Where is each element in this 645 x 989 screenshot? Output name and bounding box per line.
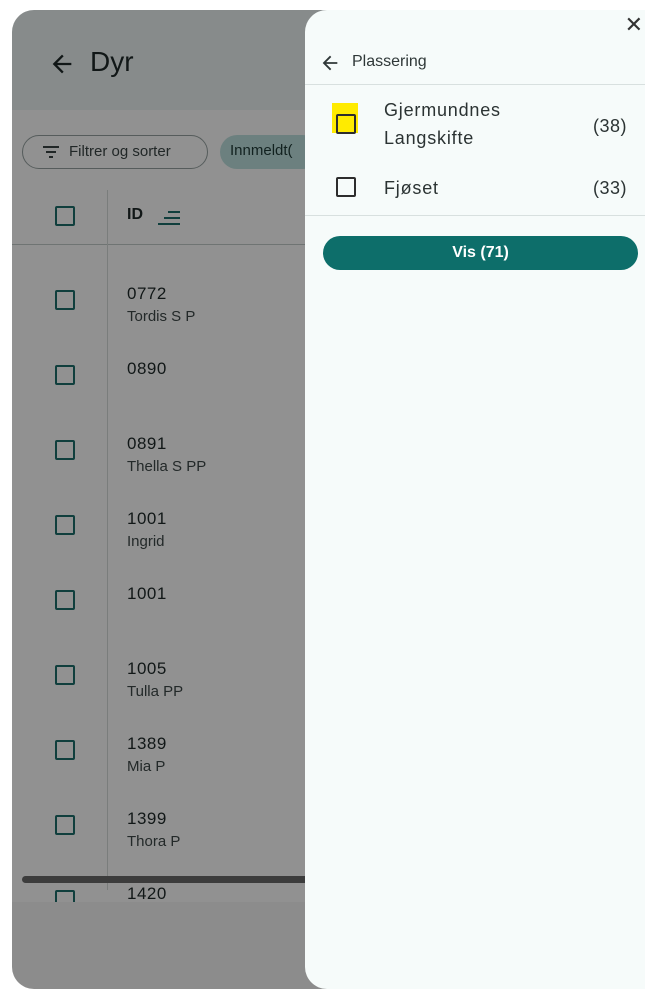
location-checkbox[interactable] xyxy=(336,177,356,197)
location-option-fjoset[interactable]: Fjøset (33) xyxy=(305,172,645,208)
location-count: (33) xyxy=(592,178,627,198)
location-checkbox[interactable] xyxy=(336,114,356,134)
location-label: Gjermundnes Langskifte xyxy=(384,100,501,148)
close-icon[interactable]: ✕ xyxy=(625,14,643,36)
location-count: (38) xyxy=(592,116,627,136)
back-arrow-icon[interactable] xyxy=(319,52,341,74)
filter-side-sheet: ✕ Plassering Gjermundnes Langskifte (38)… xyxy=(305,10,645,989)
sheet-title: Plassering xyxy=(352,53,427,70)
location-option-gjermundnes[interactable]: Gjermundnes Langskifte (38) xyxy=(305,98,645,158)
divider xyxy=(305,215,645,216)
show-results-button[interactable]: Vis (71) xyxy=(323,236,638,270)
location-label: Fjøset xyxy=(384,178,439,198)
divider xyxy=(305,84,645,85)
